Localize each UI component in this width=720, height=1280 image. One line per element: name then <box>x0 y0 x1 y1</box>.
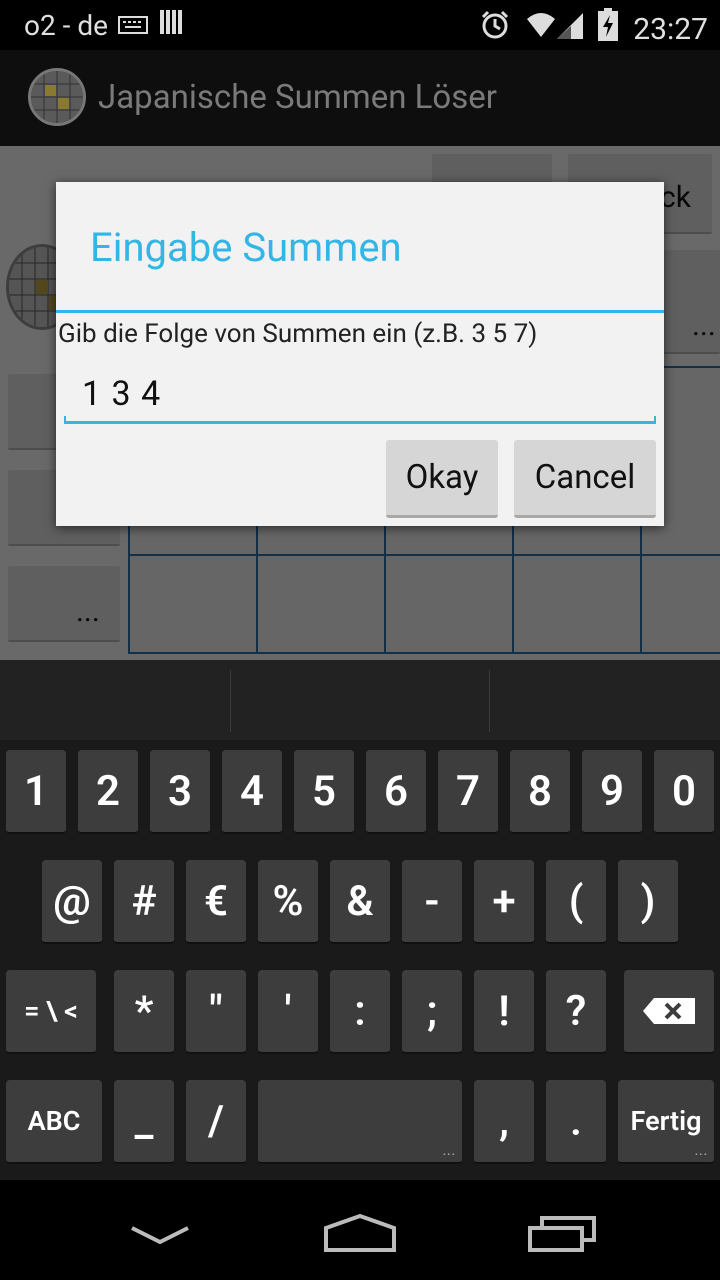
space-key[interactable] <box>258 1080 462 1164</box>
key-asterisk[interactable]: * <box>114 970 174 1054</box>
sums-input-field[interactable]: 1 3 4 <box>64 368 656 424</box>
key-exclamation[interactable]: ! <box>474 970 534 1054</box>
suggestion-divider <box>489 670 490 732</box>
keyboard-notification-icon <box>117 9 148 42</box>
key-4[interactable]: 4 <box>222 750 282 834</box>
input-underline <box>64 416 656 424</box>
dialog-title: Eingabe Summen <box>90 224 402 271</box>
key-question[interactable]: ? <box>546 970 606 1054</box>
key-slash[interactable]: / <box>186 1080 246 1164</box>
backspace-key[interactable] <box>624 970 714 1054</box>
dialog-message: Gib die Folge von Summen ein (z.B. 3 5 7… <box>58 319 538 349</box>
key-underscore[interactable]: _ <box>114 1080 174 1164</box>
status-right: 23:27 <box>479 8 708 50</box>
action-bar: Japanische Summen Löser <box>0 50 720 146</box>
key-percent[interactable]: % <box>258 860 318 944</box>
key-open-paren[interactable]: ( <box>546 860 606 944</box>
done-key[interactable]: Fertig <box>618 1080 714 1164</box>
key-9[interactable]: 9 <box>582 750 642 834</box>
okay-button[interactable]: Okay <box>386 440 498 518</box>
key-at[interactable]: @ <box>42 860 102 944</box>
key-minus[interactable]: - <box>402 860 462 944</box>
key-comma[interactable]: , <box>474 1080 534 1164</box>
app-logo-icon <box>28 68 86 126</box>
key-6[interactable]: 6 <box>366 750 426 834</box>
key-5[interactable]: 5 <box>294 750 354 834</box>
clock: 23:27 <box>633 11 708 47</box>
key-plus[interactable]: + <box>474 860 534 944</box>
app-title: Japanische Summen Löser <box>98 78 497 117</box>
home-icon[interactable] <box>322 1212 398 1258</box>
suggestion-strip <box>0 660 720 740</box>
key-colon[interactable]: : <box>330 970 390 1054</box>
key-ampersand[interactable]: & <box>330 860 390 944</box>
abc-key[interactable]: ABC <box>6 1080 102 1164</box>
alarm-icon <box>479 9 511 49</box>
recent-apps-icon[interactable] <box>526 1214 598 1258</box>
key-8[interactable]: 8 <box>510 750 570 834</box>
key-1[interactable]: 1 <box>6 750 66 834</box>
status-left: o2 - de <box>24 8 186 43</box>
hide-keyboard-icon[interactable] <box>128 1224 192 1252</box>
dialog-title-divider <box>56 310 664 313</box>
library-notification-icon <box>158 8 186 43</box>
wifi-signal-icon <box>525 9 584 49</box>
input-dialog: Eingabe Summen Gib die Folge von Summen … <box>56 182 664 526</box>
battery-charging-icon <box>597 8 619 50</box>
soft-keyboard: 1 2 3 4 5 6 7 8 9 0 @ # € % & - + ( ) = … <box>0 660 720 1180</box>
key-semicolon[interactable]: ; <box>402 970 462 1054</box>
key-7[interactable]: 7 <box>438 750 498 834</box>
sums-input-value: 1 3 4 <box>82 374 162 414</box>
status-bar: o2 - de 23:27 <box>0 0 720 50</box>
backspace-icon <box>642 987 696 1036</box>
key-3[interactable]: 3 <box>150 750 210 834</box>
more-symbols-key[interactable]: = \ < <box>6 970 96 1054</box>
key-single-quote[interactable]: ' <box>258 970 318 1054</box>
done-key-label: Fertig <box>630 1105 702 1137</box>
key-close-paren[interactable]: ) <box>618 860 678 944</box>
key-double-quote[interactable]: " <box>186 970 246 1054</box>
cancel-button[interactable]: Cancel <box>514 440 656 518</box>
key-period[interactable]: . <box>546 1080 606 1164</box>
key-euro[interactable]: € <box>186 860 246 944</box>
key-2[interactable]: 2 <box>78 750 138 834</box>
navigation-bar <box>0 1180 720 1280</box>
key-0[interactable]: 0 <box>654 750 714 834</box>
carrier-label: o2 - de <box>24 9 108 42</box>
key-hash[interactable]: # <box>114 860 174 944</box>
suggestion-divider <box>230 670 231 732</box>
